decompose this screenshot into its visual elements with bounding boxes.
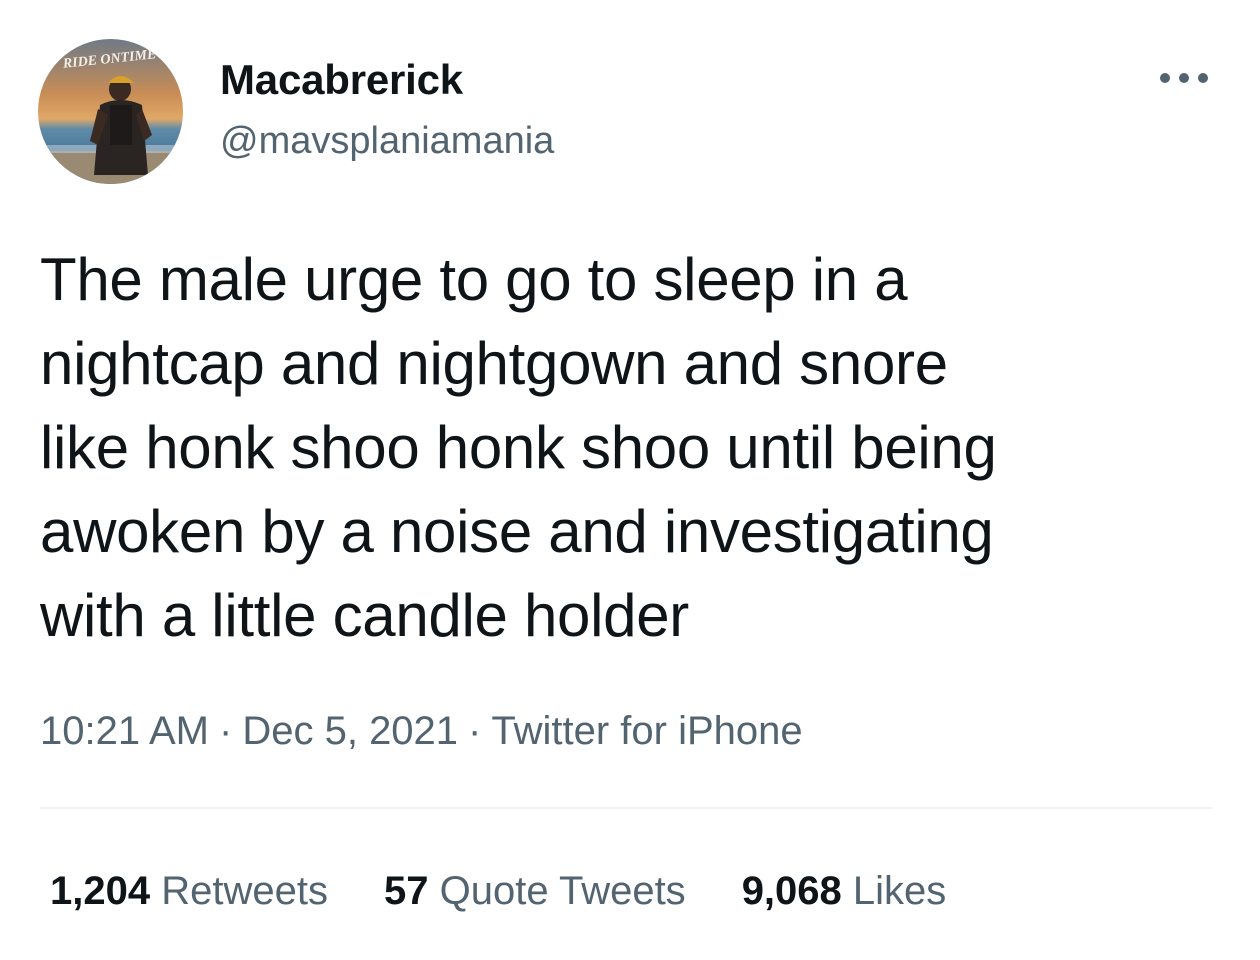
quote-tweets-stat[interactable]: 57 Quote Tweets (384, 867, 686, 915)
retweets-stat[interactable]: 1,204 Retweets (50, 867, 328, 915)
meta-separator: · (468, 709, 482, 753)
quote-tweets-count: 57 (383, 869, 429, 913)
tweet-time[interactable]: 10:21 AM (40, 709, 209, 753)
retweets-count: 1,204 (50, 869, 151, 913)
tweet-text: The male urge to go to sleep in a nightc… (40, 246, 997, 649)
display-name[interactable]: Macabrerick (220, 56, 463, 104)
retweets-label: Retweets (161, 869, 328, 913)
user-handle[interactable]: @mavsplaniamania (220, 119, 554, 163)
likes-count: 9,068 (741, 869, 842, 913)
tweet-metadata: 10:21 AM · Dec 5, 2021 · Twitter for iPhone (40, 707, 803, 755)
divider (40, 807, 1212, 809)
tweet-date[interactable]: Dec 5, 2021 (242, 709, 458, 753)
tweet-source[interactable]: Twitter for iPhone (491, 709, 802, 753)
more-horizontal-icon (1160, 73, 1208, 83)
tweet-card: RIDE ONTIME Macabrerick @mavsplaniamania… (0, 0, 1260, 960)
likes-stat[interactable]: 9,068 Likes (742, 867, 947, 915)
meta-separator: · (219, 709, 233, 753)
more-options-button[interactable] (1154, 56, 1214, 100)
avatar-image: RIDE ONTIME (38, 39, 183, 184)
likes-label: Likes (852, 869, 947, 913)
avatar[interactable]: RIDE ONTIME (38, 39, 183, 184)
engagement-stats: 1,204 Retweets 57 Quote Tweets 9,068 Lik… (50, 867, 946, 915)
quote-tweets-label: Quote Tweets (439, 869, 686, 913)
